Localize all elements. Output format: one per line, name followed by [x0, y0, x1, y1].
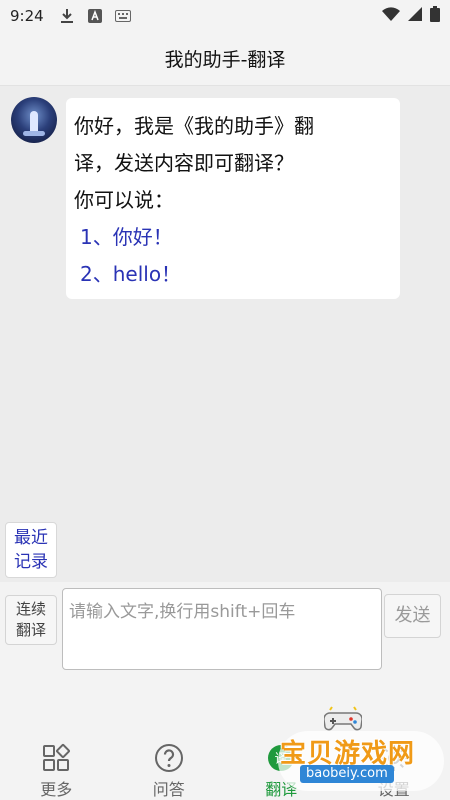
- continuous-translate-label-line1: 连续: [15, 600, 46, 618]
- keyboard-icon: [114, 8, 132, 24]
- tab-label: 更多: [40, 780, 73, 799]
- status-right-icons: [382, 6, 440, 26]
- send-button[interactable]: 发送: [384, 594, 441, 638]
- message-input[interactable]: [62, 588, 382, 670]
- assistant-message-bubble: 你好，我是《我的助手》翻 译，发送内容即可翻译？ 你可以说： 1、你好！ 2、h…: [66, 98, 400, 299]
- message-line: 你好，我是《我的助手》翻: [74, 114, 314, 138]
- recent-records-label-line1: 最近: [14, 528, 48, 548]
- tab-translate[interactable]: 译 翻译: [225, 738, 338, 800]
- tab-label: 问答: [152, 780, 185, 799]
- question-icon: [153, 742, 185, 774]
- continuous-translate-label-line2: 翻译: [15, 621, 46, 639]
- app-header: 我的助手-翻译: [0, 32, 450, 86]
- tab-label: 翻译: [265, 780, 298, 799]
- translate-icon: 译: [265, 742, 297, 774]
- tab-settings[interactable]: 设置: [338, 738, 450, 800]
- suggestion-option[interactable]: 2、hello！: [74, 256, 390, 293]
- settings-icon: [378, 742, 410, 774]
- recent-records-button[interactable]: 最近 记录: [5, 522, 57, 578]
- input-area: 连续 翻译 发送: [0, 582, 450, 738]
- tab-qa[interactable]: 问答: [113, 738, 226, 800]
- page-title: 我的助手-翻译: [164, 49, 286, 71]
- chat-area[interactable]: 你好，我是《我的助手》翻 译，发送内容即可翻译？ 你可以说： 1、你好！ 2、h…: [0, 86, 450, 516]
- continuous-translate-button[interactable]: 连续 翻译: [5, 595, 57, 645]
- signal-icon: [408, 7, 422, 25]
- message-line: 译，发送内容即可翻译？: [74, 151, 294, 175]
- assistant-avatar: [11, 97, 57, 143]
- app-a-icon: [86, 8, 104, 24]
- avatar-figure: [30, 111, 38, 133]
- message-line: 你可以说：: [74, 188, 174, 212]
- avatar-base: [23, 131, 45, 136]
- battery-icon: [430, 6, 440, 26]
- suggestion-option[interactable]: 1、你好！: [74, 219, 390, 256]
- tab-more[interactable]: 更多: [0, 738, 113, 800]
- download-icon: [58, 8, 76, 24]
- bottom-tab-bar: 更多 问答 译 翻译 设置: [0, 738, 450, 800]
- tab-label: 设置: [377, 780, 410, 799]
- grid-icon: [40, 742, 72, 774]
- wifi-icon: [382, 7, 400, 25]
- status-bar: 9:24: [0, 0, 450, 32]
- status-time: 9:24: [10, 7, 44, 25]
- svg-text:译: 译: [275, 752, 288, 767]
- recent-records-label-line2: 记录: [14, 552, 48, 572]
